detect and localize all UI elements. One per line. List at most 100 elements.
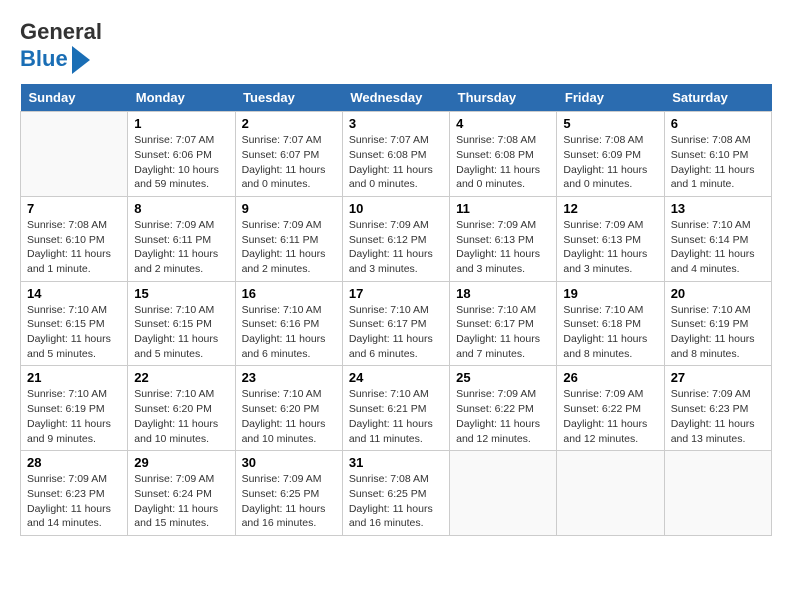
logo: General Blue: [20, 20, 102, 74]
calendar-cell: 2Sunrise: 7:07 AMSunset: 6:07 PMDaylight…: [235, 112, 342, 197]
day-info: Sunrise: 7:10 AMSunset: 6:15 PMDaylight:…: [134, 303, 228, 362]
day-number: 4: [456, 116, 550, 131]
day-number: 2: [242, 116, 336, 131]
day-info: Sunrise: 7:07 AMSunset: 6:08 PMDaylight:…: [349, 133, 443, 192]
day-info: Sunrise: 7:08 AMSunset: 6:08 PMDaylight:…: [456, 133, 550, 192]
weekday-header-row: SundayMondayTuesdayWednesdayThursdayFrid…: [21, 84, 772, 112]
logo-general: General: [20, 19, 102, 44]
calendar-cell: 9 Sunrise: 7:09 AMSunset: 6:11 PMDaylight…: [235, 196, 342, 281]
day-number: 27: [671, 370, 765, 385]
calendar-cell: 20 Sunrise: 7:10 AMSunset: 6:19 PMDayligh…: [664, 281, 771, 366]
calendar-cell: 1 Sunrise: 7:07 AMSunset: 6:06 PMDaylight…: [128, 112, 235, 197]
day-number: 25: [456, 370, 550, 385]
calendar-cell: [664, 451, 771, 536]
day-info: Sunrise: 7:10 AMSunset: 6:19 PMDaylight:…: [27, 387, 121, 446]
day-info: Sunrise: 7:10 AMSunset: 6:19 PMDaylight:…: [671, 303, 765, 362]
calendar-cell: 31 Sunrise: 7:08 AMSunset: 6:25 PMDayligh…: [342, 451, 449, 536]
calendar-cell: 16 Sunrise: 7:10 AMSunset: 6:16 PMDayligh…: [235, 281, 342, 366]
weekday-header-monday: Monday: [128, 84, 235, 112]
day-number: 26: [563, 370, 657, 385]
day-number: 29: [134, 455, 228, 470]
calendar-cell: [450, 451, 557, 536]
day-info: Sunrise: 7:08 AMSunset: 6:10 PMDaylight:…: [671, 133, 765, 192]
logo-blue: Blue: [20, 46, 68, 72]
day-info: Sunrise: 7:09 AMSunset: 6:23 PMDaylight:…: [27, 472, 121, 531]
calendar-cell: 17 Sunrise: 7:10 AMSunset: 6:17 PMDayligh…: [342, 281, 449, 366]
calendar-cell: 19Sunrise: 7:10 AMSunset: 6:18 PMDayligh…: [557, 281, 664, 366]
page-header: General Blue: [20, 20, 772, 74]
day-info: Sunrise: 7:09 AMSunset: 6:22 PMDaylight:…: [456, 387, 550, 446]
day-number: 20: [671, 286, 765, 301]
day-number: 24: [349, 370, 443, 385]
weekday-header-saturday: Saturday: [664, 84, 771, 112]
calendar-cell: 15Sunrise: 7:10 AMSunset: 6:15 PMDayligh…: [128, 281, 235, 366]
day-info: Sunrise: 7:09 AMSunset: 6:24 PMDaylight:…: [134, 472, 228, 531]
calendar-cell: 11 Sunrise: 7:09 AMSunset: 6:13 PMDayligh…: [450, 196, 557, 281]
logo-arrow-icon: [72, 46, 90, 74]
day-info: Sunrise: 7:10 AMSunset: 6:20 PMDaylight:…: [134, 387, 228, 446]
weekday-header-tuesday: Tuesday: [235, 84, 342, 112]
calendar-cell: 18 Sunrise: 7:10 AMSunset: 6:17 PMDayligh…: [450, 281, 557, 366]
day-number: 28: [27, 455, 121, 470]
day-info: Sunrise: 7:09 AMSunset: 6:25 PMDaylight:…: [242, 472, 336, 531]
day-info: Sunrise: 7:10 AMSunset: 6:16 PMDaylight:…: [242, 303, 336, 362]
calendar-cell: 13Sunrise: 7:10 AMSunset: 6:14 PMDayligh…: [664, 196, 771, 281]
day-number: 1: [134, 116, 228, 131]
calendar-cell: 24Sunrise: 7:10 AMSunset: 6:21 PMDayligh…: [342, 366, 449, 451]
week-row-2: 7 Sunrise: 7:08 AMSunset: 6:10 PMDaylight…: [21, 196, 772, 281]
calendar-cell: 6Sunrise: 7:08 AMSunset: 6:10 PMDaylight…: [664, 112, 771, 197]
day-info: Sunrise: 7:10 AMSunset: 6:17 PMDaylight:…: [456, 303, 550, 362]
calendar-cell: 4 Sunrise: 7:08 AMSunset: 6:08 PMDaylight…: [450, 112, 557, 197]
day-info: Sunrise: 7:09 AMSunset: 6:22 PMDaylight:…: [563, 387, 657, 446]
day-number: 23: [242, 370, 336, 385]
day-info: Sunrise: 7:09 AMSunset: 6:13 PMDaylight:…: [456, 218, 550, 277]
day-number: 17: [349, 286, 443, 301]
calendar-cell: 10Sunrise: 7:09 AMSunset: 6:12 PMDayligh…: [342, 196, 449, 281]
calendar-cell: 3 Sunrise: 7:07 AMSunset: 6:08 PMDaylight…: [342, 112, 449, 197]
day-info: Sunrise: 7:09 AMSunset: 6:12 PMDaylight:…: [349, 218, 443, 277]
calendar-cell: [21, 112, 128, 197]
day-info: Sunrise: 7:08 AMSunset: 6:10 PMDaylight:…: [27, 218, 121, 277]
day-number: 3: [349, 116, 443, 131]
calendar-cell: 25 Sunrise: 7:09 AMSunset: 6:22 PMDayligh…: [450, 366, 557, 451]
week-row-5: 28 Sunrise: 7:09 AMSunset: 6:23 PMDayligh…: [21, 451, 772, 536]
day-info: Sunrise: 7:09 AMSunset: 6:11 PMDaylight:…: [242, 218, 336, 277]
day-number: 9: [242, 201, 336, 216]
calendar-cell: 23Sunrise: 7:10 AMSunset: 6:20 PMDayligh…: [235, 366, 342, 451]
day-number: 11: [456, 201, 550, 216]
day-number: 14: [27, 286, 121, 301]
calendar-cell: 14Sunrise: 7:10 AMSunset: 6:15 PMDayligh…: [21, 281, 128, 366]
day-number: 16: [242, 286, 336, 301]
day-info: Sunrise: 7:08 AMSunset: 6:25 PMDaylight:…: [349, 472, 443, 531]
calendar-cell: 12Sunrise: 7:09 AMSunset: 6:13 PMDayligh…: [557, 196, 664, 281]
day-info: Sunrise: 7:09 AMSunset: 6:11 PMDaylight:…: [134, 218, 228, 277]
day-number: 30: [242, 455, 336, 470]
weekday-header-sunday: Sunday: [21, 84, 128, 112]
week-row-1: 1 Sunrise: 7:07 AMSunset: 6:06 PMDaylight…: [21, 112, 772, 197]
day-number: 5: [563, 116, 657, 131]
day-number: 18: [456, 286, 550, 301]
week-row-3: 14 Sunrise: 7:10 AMSunset: 6:15 PMDayligh…: [21, 281, 772, 366]
weekday-header-thursday: Thursday: [450, 84, 557, 112]
calendar-cell: 8 Sunrise: 7:09 AMSunset: 6:11 PMDaylight…: [128, 196, 235, 281]
day-info: Sunrise: 7:10 AMSunset: 6:17 PMDaylight:…: [349, 303, 443, 362]
day-number: 12: [563, 201, 657, 216]
calendar-table: SundayMondayTuesdayWednesdayThursdayFrid…: [20, 84, 772, 536]
calendar-cell: 26 Sunrise: 7:09 AMSunset: 6:22 PMDayligh…: [557, 366, 664, 451]
weekday-header-wednesday: Wednesday: [342, 84, 449, 112]
day-number: 19: [563, 286, 657, 301]
calendar-cell: 27Sunrise: 7:09 AMSunset: 6:23 PMDayligh…: [664, 366, 771, 451]
day-info: Sunrise: 7:08 AMSunset: 6:09 PMDaylight:…: [563, 133, 657, 192]
calendar-cell: 22 Sunrise: 7:10 AMSunset: 6:20 PMDayligh…: [128, 366, 235, 451]
day-number: 22: [134, 370, 228, 385]
day-info: Sunrise: 7:07 AMSunset: 6:06 PMDaylight:…: [134, 133, 228, 192]
calendar-cell: 7 Sunrise: 7:08 AMSunset: 6:10 PMDaylight…: [21, 196, 128, 281]
day-number: 8: [134, 201, 228, 216]
calendar-cell: 29 Sunrise: 7:09 AMSunset: 6:24 PMDayligh…: [128, 451, 235, 536]
day-number: 7: [27, 201, 121, 216]
calendar-cell: 5 Sunrise: 7:08 AMSunset: 6:09 PMDaylight…: [557, 112, 664, 197]
day-number: 31: [349, 455, 443, 470]
calendar-cell: [557, 451, 664, 536]
day-info: Sunrise: 7:10 AMSunset: 6:14 PMDaylight:…: [671, 218, 765, 277]
calendar-cell: 30 Sunrise: 7:09 AMSunset: 6:25 PMDayligh…: [235, 451, 342, 536]
